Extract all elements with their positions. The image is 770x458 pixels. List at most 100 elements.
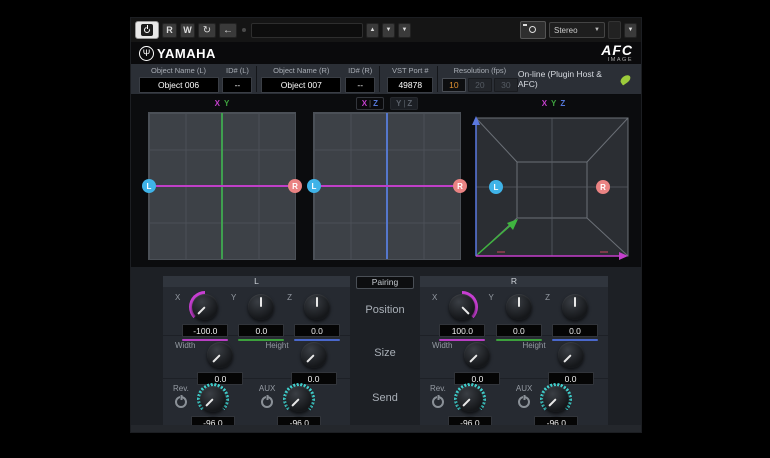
r-x-value[interactable]: 100.0: [439, 324, 485, 337]
resolution-10-button[interactable]: 10: [442, 78, 466, 92]
pairing-button[interactable]: Pairing: [356, 276, 414, 289]
l-width-control: Width 0.0: [175, 339, 243, 378]
x-axis-line: [314, 185, 460, 187]
object-name-l-field[interactable]: Object 006: [139, 77, 219, 93]
xz-pad[interactable]: L R: [313, 112, 461, 260]
afc-image-logo: AFC IMAGE: [601, 43, 633, 64]
xyz-3d-pad[interactable]: L R: [470, 110, 637, 263]
object-info-bar: Object Name (L) Object 006 ID# (L) -- Ob…: [131, 64, 641, 95]
screen-background: R W ↻ ← ▲ ▼ ▼ Stereo ▼ ▼: [0, 0, 770, 458]
object-name-r-field[interactable]: Object 007: [261, 77, 341, 93]
r-y-value[interactable]: 0.0: [496, 324, 542, 337]
r-rev-label: Rev.: [430, 384, 446, 393]
xy-view-label: X Y: [148, 97, 296, 109]
l-y-knob[interactable]: [245, 291, 277, 323]
left-object-panel: L X -100.0 Y 0.0: [163, 276, 350, 425]
bypass-button[interactable]: [135, 21, 159, 39]
r-z-knob[interactable]: [559, 291, 591, 323]
xz-yz-tabs: X | Z Y | Z: [313, 97, 461, 109]
l-x-value[interactable]: -100.0: [182, 324, 228, 337]
r-x-label: X: [432, 293, 437, 302]
back-arrow-icon[interactable]: ←: [219, 23, 237, 38]
l-z-value[interactable]: 0.0: [294, 324, 340, 337]
preset-name-input[interactable]: [251, 23, 363, 38]
l-rev-label: Rev.: [173, 384, 189, 393]
id-l-group: ID# (L) --: [219, 64, 256, 94]
vst-port-label: VST Port #: [392, 66, 429, 76]
send-row-label: Send: [350, 375, 420, 421]
object-r-handle[interactable]: R: [453, 179, 467, 193]
l-z-control: Z 0.0: [287, 291, 340, 335]
l-z-knob[interactable]: [301, 291, 333, 323]
r-aux-knob[interactable]: [540, 383, 572, 415]
tab-xz-sep: |: [369, 99, 371, 108]
r-y-knob[interactable]: [503, 291, 535, 323]
brand-header: Ψ YAMAHA AFC IMAGE: [131, 42, 641, 64]
l-x-knob[interactable]: [189, 291, 221, 323]
tab-yz-y: Y: [396, 99, 401, 108]
preset-modified-dot: [242, 28, 246, 32]
tab-yz[interactable]: Y | Z: [390, 97, 418, 110]
l-aux-control: AUX -96.0: [259, 383, 321, 424]
next-preset-button[interactable]: ▼: [382, 23, 395, 38]
r-z-value[interactable]: 0.0: [552, 324, 598, 337]
r-height-knob[interactable]: [555, 339, 587, 371]
l-width-knob[interactable]: [204, 339, 236, 371]
host-toolbar: R W ↻ ← ▲ ▼ ▼ Stereo ▼ ▼: [131, 18, 641, 43]
resolution-label: Resolution (fps): [454, 66, 507, 76]
object-l-handle[interactable]: L: [142, 179, 156, 193]
resolution-20-button[interactable]: 20: [468, 78, 492, 92]
object-l-handle[interactable]: L: [489, 180, 503, 194]
l-aux-label: AUX: [259, 384, 275, 393]
axis-x-label: X: [215, 99, 220, 108]
channel-mode-select[interactable]: Stereo ▼: [549, 22, 605, 38]
object-l-handle[interactable]: L: [307, 179, 321, 193]
r-rev-knob[interactable]: [454, 383, 486, 415]
object-r-handle[interactable]: R: [288, 179, 302, 193]
x-axis-line: [149, 185, 295, 187]
row-label-column: Pairing Position Size Send: [350, 276, 420, 425]
r-aux-power-icon[interactable]: [518, 396, 530, 408]
image-wordmark: IMAGE: [601, 58, 633, 64]
r-y-control: Y 0.0: [489, 291, 542, 335]
toolbar-spacer: [608, 21, 621, 39]
id-r-group: ID# (R) --: [342, 64, 379, 94]
read-automation-button[interactable]: R: [162, 23, 177, 38]
object-r-handle[interactable]: R: [596, 180, 610, 194]
axis-y-label: Y: [551, 99, 556, 108]
tab-yz-sep: |: [403, 99, 405, 108]
right-size-row: Width 0.0 Height 0.0: [420, 335, 608, 378]
preset-dropdown-button[interactable]: ▼: [398, 23, 411, 38]
r-aux-label: AUX: [516, 384, 532, 393]
write-automation-button[interactable]: W: [180, 23, 195, 38]
resolution-30-button[interactable]: 30: [494, 78, 518, 92]
l-aux-power-icon[interactable]: [261, 396, 273, 408]
window-options-dropdown[interactable]: ▼: [624, 23, 637, 38]
xy-pad[interactable]: L R: [148, 112, 296, 260]
tab-xz[interactable]: X | Z: [356, 97, 384, 110]
l-height-knob[interactable]: [298, 339, 330, 371]
size-row-label: Size: [350, 331, 420, 375]
l-aux-knob[interactable]: [283, 383, 315, 415]
l-rev-knob[interactable]: [197, 383, 229, 415]
r-rev-power-icon[interactable]: [432, 396, 444, 408]
tab-xz-z: Z: [373, 99, 378, 108]
r-z-label: Z: [545, 293, 550, 302]
previous-preset-button[interactable]: ▲: [366, 23, 379, 38]
l-rev-control: Rev. -96.0: [173, 383, 235, 424]
vst-port-field[interactable]: 49878: [387, 77, 433, 93]
l-x-label: X: [175, 293, 180, 302]
leaf-status-icon: [619, 73, 632, 85]
id-r-field: --: [345, 77, 375, 93]
power-icon: [141, 24, 153, 36]
l-y-value[interactable]: 0.0: [238, 324, 284, 337]
left-panel-header: L: [163, 276, 350, 287]
r-x-knob[interactable]: [446, 291, 478, 323]
l-rev-power-icon[interactable]: [175, 396, 187, 408]
reload-icon[interactable]: ↻: [198, 23, 216, 38]
id-l-field: --: [222, 77, 252, 93]
l-z-label: Z: [287, 293, 292, 302]
camera-snapshot-icon[interactable]: [520, 21, 546, 39]
left-position-row: X -100.0 Y 0.0: [163, 287, 350, 335]
r-width-knob[interactable]: [461, 339, 493, 371]
